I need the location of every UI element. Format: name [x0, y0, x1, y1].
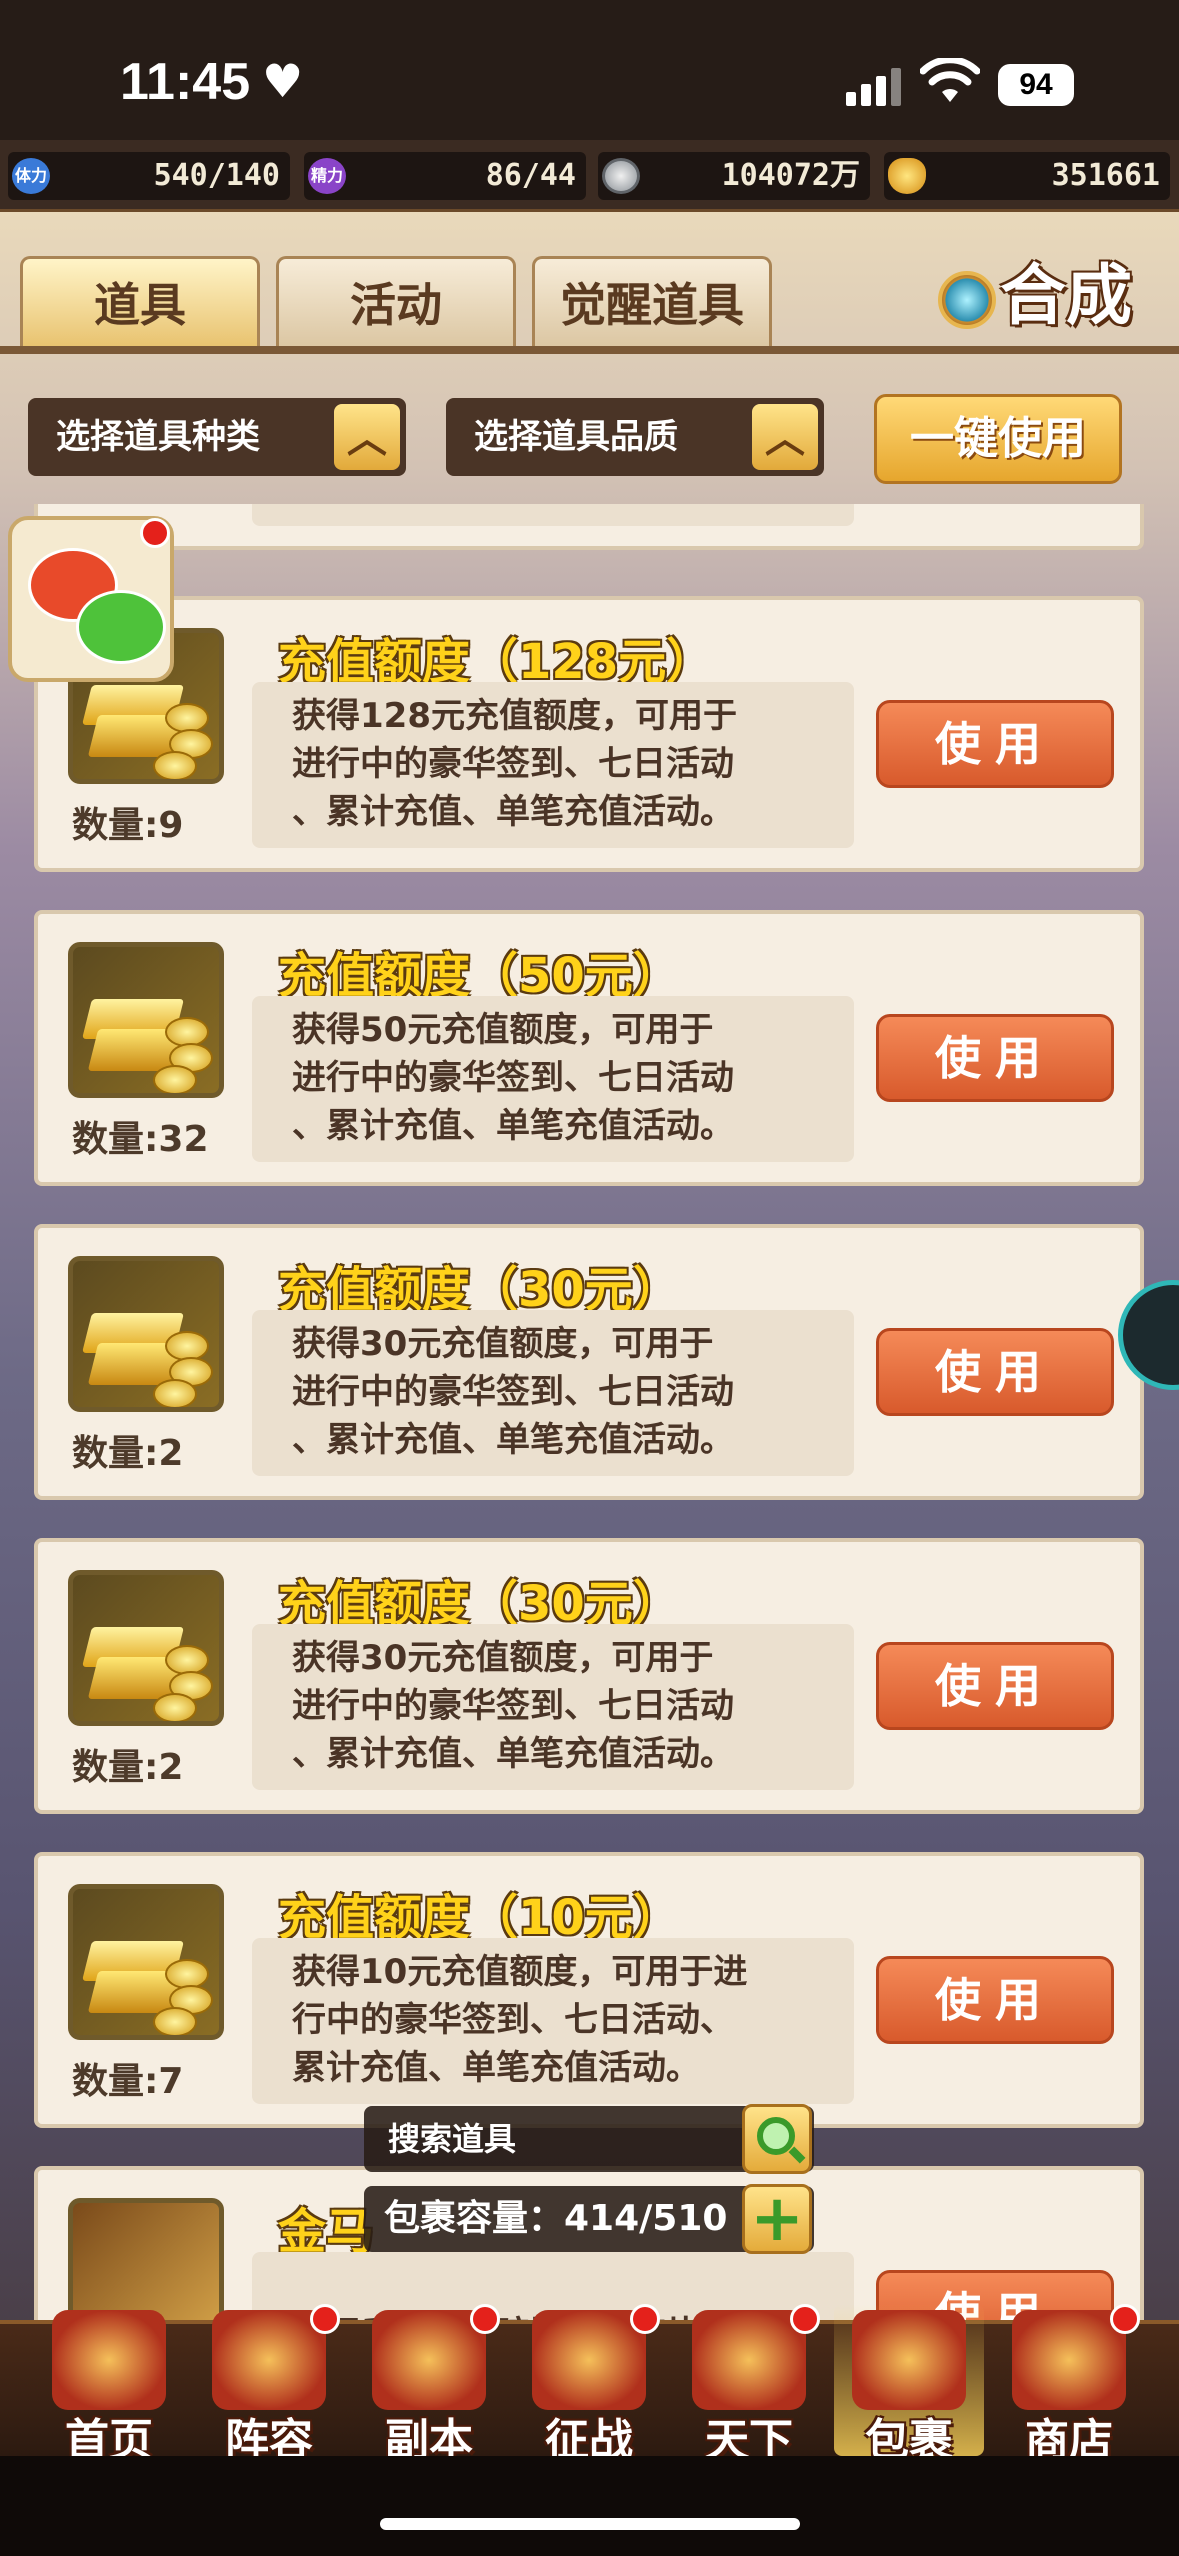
shop-icon [1012, 2310, 1126, 2410]
search-icon[interactable] [742, 2104, 812, 2174]
notification-dot [470, 2304, 500, 2334]
use-button[interactable]: 使用 [876, 1642, 1114, 1730]
item-description: 获得30元充值额度，可用于 进行中的豪华签到、七日活动 、累计充值、单笔充值活动… [252, 1310, 854, 1476]
item-type-filter[interactable]: 选择道具种类 ︿ [28, 398, 406, 476]
nav-battle[interactable]: 征战 [514, 2304, 664, 2466]
chat-button[interactable] [8, 516, 174, 682]
item-quantity: 数量:7 [72, 2061, 184, 2102]
notification-dot [310, 2304, 340, 2334]
item-card: 数量:32 充值额度（50元） 获得50元充值额度，可用于 进行中的豪华签到、七… [34, 910, 1144, 1186]
battery-indicator: 94 [998, 64, 1074, 106]
resource-energy: 精力 86/44 [304, 152, 586, 200]
notification-dot [630, 2304, 660, 2334]
nav-home[interactable]: 首页 [34, 2304, 184, 2466]
signal-icon [846, 66, 902, 106]
item-description [252, 504, 854, 526]
world-icon [692, 2310, 806, 2410]
notification-dot [140, 518, 170, 548]
home-icon [52, 2310, 166, 2410]
bag-icon [852, 2310, 966, 2410]
item-description: 获得50元充值额度，可用于 进行中的豪华签到、七日活动 、累计充值、单笔充值活动… [252, 996, 854, 1162]
nav-lineup[interactable]: 阵容 [194, 2304, 344, 2466]
status-bar: 11:45 ♥ 94 [0, 0, 1179, 140]
notification-dot [790, 2304, 820, 2334]
item-description: 获得10元充值额度，可用于进 行中的豪华签到、七日活动、 累计充值、单笔充值活动… [252, 1938, 854, 2104]
resource-bar: 体力 540/140 精力 86/44 104072万 351661 [0, 140, 1179, 212]
item-card: 数量:7 充值额度（10元） 获得10元充值额度，可用于进 行中的豪华签到、七日… [34, 1852, 1144, 2128]
stamina-icon: 体力 [12, 158, 50, 194]
synthesize-button[interactable]: 合成 [938, 246, 1168, 346]
tab-activity[interactable]: 活动 [276, 256, 516, 348]
use-button[interactable]: 使用 [876, 1328, 1114, 1416]
item-quantity: 数量:9 [72, 805, 184, 846]
item-card: 数量:2 充值额度（30元） 获得30元充值额度，可用于 进行中的豪华签到、七日… [34, 1224, 1144, 1500]
item-description: 获得30元充值额度，可用于 进行中的豪华签到、七日活动 、累计充值、单笔充值活动… [252, 1624, 854, 1790]
item-card: 数量:2 充值额度（30元） 获得30元充值额度，可用于 进行中的豪华签到、七日… [34, 1538, 1144, 1814]
energy-icon: 精力 [308, 158, 346, 194]
nav-world[interactable]: 天下 [674, 2304, 824, 2466]
chevron-up-icon[interactable]: ︿ [334, 404, 400, 470]
item-quantity: 数量:2 [72, 1747, 184, 1788]
item-quality-filter[interactable]: 选择道具品质 ︿ [446, 398, 824, 476]
coin-icon [602, 158, 640, 194]
status-time: 11:45 [120, 53, 251, 111]
gold-bars-icon [68, 942, 224, 1098]
lineup-icon [212, 2310, 326, 2410]
gold-bars-icon [68, 1884, 224, 2040]
item-quantity: 数量:32 [72, 1119, 209, 1160]
use-button[interactable]: 使用 [876, 1014, 1114, 1102]
heart-icon: ♥ [262, 54, 304, 108]
notification-dot [1110, 2304, 1140, 2334]
wifi-icon [920, 58, 980, 102]
nav-shop[interactable]: 商店 [994, 2304, 1144, 2466]
item-card [34, 504, 1144, 550]
tab-awaken-items[interactable]: 觉醒道具 [532, 256, 772, 348]
home-indicator[interactable] [380, 2518, 800, 2530]
gold-bars-icon [68, 1256, 224, 1412]
use-all-button[interactable]: 一键使用 [874, 394, 1122, 484]
nav-dungeon[interactable]: 副本 [354, 2304, 504, 2466]
home-bar [0, 2456, 1179, 2556]
item-list[interactable]: 数量:9 充值额度（128元） 获得128元充值额度，可用于 进行中的豪华签到、… [34, 504, 1144, 2330]
tab-divider [0, 346, 1179, 354]
gold-bars-icon [68, 1570, 224, 1726]
use-button[interactable]: 使用 [876, 700, 1114, 788]
resource-gold: 351661 [884, 152, 1170, 200]
dungeon-icon [372, 2310, 486, 2410]
nav-bag[interactable]: 包裹 [834, 2304, 984, 2466]
resource-stamina: 体力 540/140 [8, 152, 290, 200]
resource-coin: 104072万 [598, 152, 870, 200]
expand-capacity-button[interactable]: + [742, 2184, 812, 2254]
chevron-up-icon[interactable]: ︿ [752, 404, 818, 470]
item-quantity: 数量:2 [72, 1433, 184, 1474]
synthesize-gem-icon [938, 270, 996, 329]
chat-bubble-green-icon [76, 590, 166, 664]
use-button[interactable]: 使用 [876, 1956, 1114, 2044]
tab-items[interactable]: 道具 [20, 256, 260, 348]
item-description: 获得128元充值额度，可用于 进行中的豪华签到、七日活动 、累计充值、单笔充值活… [252, 682, 854, 848]
item-card: 数量:9 充值额度（128元） 获得128元充值额度，可用于 进行中的豪华签到、… [34, 596, 1144, 872]
battle-icon [532, 2310, 646, 2410]
gold-ingot-icon [888, 158, 926, 194]
